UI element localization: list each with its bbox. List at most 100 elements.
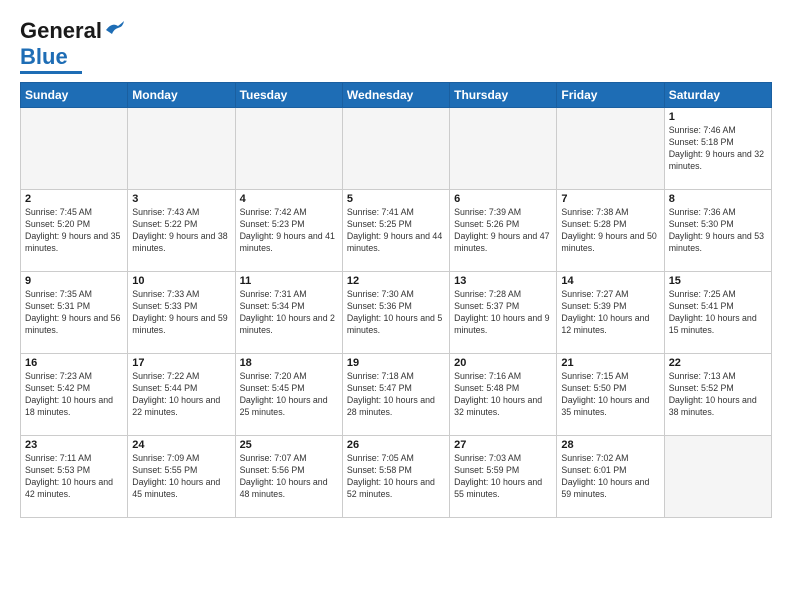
calendar-cell: 3 Sunrise: 7:43 AM Sunset: 5:22 PM Daylig… <box>128 190 235 272</box>
day-of-week-header: Monday <box>128 83 235 108</box>
calendar: SundayMondayTuesdayWednesdayThursdayFrid… <box>20 82 772 518</box>
day-info: Sunrise: 7:27 AM Sunset: 5:39 PM Dayligh… <box>561 289 659 337</box>
day-info: Sunrise: 7:28 AM Sunset: 5:37 PM Dayligh… <box>454 289 552 337</box>
day-number: 9 <box>25 275 123 287</box>
calendar-cell: 16 Sunrise: 7:23 AM Sunset: 5:42 PM Dayli… <box>21 354 128 436</box>
calendar-cell: 10 Sunrise: 7:33 AM Sunset: 5:33 PM Dayli… <box>128 272 235 354</box>
day-info: Sunrise: 7:36 AM Sunset: 5:30 PM Dayligh… <box>669 207 767 255</box>
day-number: 19 <box>347 357 445 369</box>
calendar-cell <box>342 108 449 190</box>
day-info: Sunrise: 7:11 AM Sunset: 5:53 PM Dayligh… <box>25 453 123 501</box>
day-number: 24 <box>132 439 230 451</box>
day-info: Sunrise: 7:23 AM Sunset: 5:42 PM Dayligh… <box>25 371 123 419</box>
day-info: Sunrise: 7:33 AM Sunset: 5:33 PM Dayligh… <box>132 289 230 337</box>
day-info: Sunrise: 7:18 AM Sunset: 5:47 PM Dayligh… <box>347 371 445 419</box>
calendar-cell: 14 Sunrise: 7:27 AM Sunset: 5:39 PM Dayli… <box>557 272 664 354</box>
logo-blue: Blue <box>20 44 68 70</box>
day-number: 17 <box>132 357 230 369</box>
day-info: Sunrise: 7:16 AM Sunset: 5:48 PM Dayligh… <box>454 371 552 419</box>
day-number: 11 <box>240 275 338 287</box>
day-number: 13 <box>454 275 552 287</box>
calendar-cell: 24Sunrise: 7:09 AM Sunset: 5:55 PM Dayli… <box>128 436 235 518</box>
day-number: 6 <box>454 193 552 205</box>
page: General Blue SundayMondayTuesdayWednesda… <box>0 0 792 612</box>
calendar-cell: 1Sunrise: 7:46 AM Sunset: 5:18 PM Daylig… <box>664 108 771 190</box>
day-number: 18 <box>240 357 338 369</box>
day-info: Sunrise: 7:05 AM Sunset: 5:58 PM Dayligh… <box>347 453 445 501</box>
calendar-week-row: 9 Sunrise: 7:35 AM Sunset: 5:31 PM Daylig… <box>21 272 772 354</box>
calendar-cell: 15 Sunrise: 7:25 AM Sunset: 5:41 PM Dayli… <box>664 272 771 354</box>
day-info: Sunrise: 7:20 AM Sunset: 5:45 PM Dayligh… <box>240 371 338 419</box>
calendar-cell: 11 Sunrise: 7:31 AM Sunset: 5:34 PM Dayli… <box>235 272 342 354</box>
day-info: Sunrise: 7:41 AM Sunset: 5:25 PM Dayligh… <box>347 207 445 255</box>
day-info: Sunrise: 7:42 AM Sunset: 5:23 PM Dayligh… <box>240 207 338 255</box>
day-number: 25 <box>240 439 338 451</box>
calendar-cell <box>235 108 342 190</box>
calendar-header-row: SundayMondayTuesdayWednesdayThursdayFrid… <box>21 83 772 108</box>
day-info: Sunrise: 7:15 AM Sunset: 5:50 PM Dayligh… <box>561 371 659 419</box>
calendar-cell <box>21 108 128 190</box>
day-info: Sunrise: 7:13 AM Sunset: 5:52 PM Dayligh… <box>669 371 767 419</box>
calendar-cell: 5 Sunrise: 7:41 AM Sunset: 5:25 PM Daylig… <box>342 190 449 272</box>
header: General Blue <box>20 18 772 74</box>
day-number: 16 <box>25 357 123 369</box>
day-number: 1 <box>669 111 767 123</box>
day-of-week-header: Wednesday <box>342 83 449 108</box>
day-number: 7 <box>561 193 659 205</box>
calendar-cell: 28 Sunrise: 7:02 AM Sunset: 6:01 PM Dayli… <box>557 436 664 518</box>
day-info: Sunrise: 7:03 AM Sunset: 5:59 PM Dayligh… <box>454 453 552 501</box>
calendar-cell: 8 Sunrise: 7:36 AM Sunset: 5:30 PM Daylig… <box>664 190 771 272</box>
day-number: 21 <box>561 357 659 369</box>
day-number: 26 <box>347 439 445 451</box>
day-number: 12 <box>347 275 445 287</box>
day-number: 27 <box>454 439 552 451</box>
day-number: 15 <box>669 275 767 287</box>
day-info: Sunrise: 7:02 AM Sunset: 6:01 PM Dayligh… <box>561 453 659 501</box>
calendar-week-row: 16 Sunrise: 7:23 AM Sunset: 5:42 PM Dayli… <box>21 354 772 436</box>
day-number: 22 <box>669 357 767 369</box>
calendar-cell: 7 Sunrise: 7:38 AM Sunset: 5:28 PM Daylig… <box>557 190 664 272</box>
calendar-cell <box>664 436 771 518</box>
calendar-cell <box>128 108 235 190</box>
day-info: Sunrise: 7:07 AM Sunset: 5:56 PM Dayligh… <box>240 453 338 501</box>
calendar-cell: 12 Sunrise: 7:30 AM Sunset: 5:36 PM Dayli… <box>342 272 449 354</box>
calendar-cell: 21 Sunrise: 7:15 AM Sunset: 5:50 PM Dayli… <box>557 354 664 436</box>
day-number: 10 <box>132 275 230 287</box>
day-number: 5 <box>347 193 445 205</box>
calendar-cell: 27 Sunrise: 7:03 AM Sunset: 5:59 PM Dayli… <box>450 436 557 518</box>
calendar-cell: 23 Sunrise: 7:11 AM Sunset: 5:53 PM Dayli… <box>21 436 128 518</box>
logo-bird-icon <box>104 20 126 38</box>
calendar-cell: 17 Sunrise: 7:22 AM Sunset: 5:44 PM Dayli… <box>128 354 235 436</box>
day-number: 2 <box>25 193 123 205</box>
calendar-cell: 2 Sunrise: 7:45 AM Sunset: 5:20 PM Daylig… <box>21 190 128 272</box>
day-info: Sunrise: 7:45 AM Sunset: 5:20 PM Dayligh… <box>25 207 123 255</box>
day-number: 23 <box>25 439 123 451</box>
calendar-week-row: 1Sunrise: 7:46 AM Sunset: 5:18 PM Daylig… <box>21 108 772 190</box>
logo-general: General <box>20 18 102 44</box>
day-info: Sunrise: 7:38 AM Sunset: 5:28 PM Dayligh… <box>561 207 659 255</box>
calendar-cell: 20Sunrise: 7:16 AM Sunset: 5:48 PM Dayli… <box>450 354 557 436</box>
calendar-cell: 26 Sunrise: 7:05 AM Sunset: 5:58 PM Dayli… <box>342 436 449 518</box>
calendar-week-row: 23 Sunrise: 7:11 AM Sunset: 5:53 PM Dayli… <box>21 436 772 518</box>
day-info: Sunrise: 7:25 AM Sunset: 5:41 PM Dayligh… <box>669 289 767 337</box>
calendar-cell <box>557 108 664 190</box>
calendar-cell: 22 Sunrise: 7:13 AM Sunset: 5:52 PM Dayli… <box>664 354 771 436</box>
day-info: Sunrise: 7:43 AM Sunset: 5:22 PM Dayligh… <box>132 207 230 255</box>
day-of-week-header: Sunday <box>21 83 128 108</box>
day-number: 28 <box>561 439 659 451</box>
day-of-week-header: Friday <box>557 83 664 108</box>
day-of-week-header: Tuesday <box>235 83 342 108</box>
calendar-cell: 25 Sunrise: 7:07 AM Sunset: 5:56 PM Dayli… <box>235 436 342 518</box>
day-number: 8 <box>669 193 767 205</box>
calendar-cell: 4Sunrise: 7:42 AM Sunset: 5:23 PM Daylig… <box>235 190 342 272</box>
calendar-cell: 18 Sunrise: 7:20 AM Sunset: 5:45 PM Dayli… <box>235 354 342 436</box>
day-info: Sunrise: 7:39 AM Sunset: 5:26 PM Dayligh… <box>454 207 552 255</box>
day-number: 14 <box>561 275 659 287</box>
day-info: Sunrise: 7:22 AM Sunset: 5:44 PM Dayligh… <box>132 371 230 419</box>
calendar-cell: 6 Sunrise: 7:39 AM Sunset: 5:26 PM Daylig… <box>450 190 557 272</box>
day-info: Sunrise: 7:30 AM Sunset: 5:36 PM Dayligh… <box>347 289 445 337</box>
day-info: Sunrise: 7:31 AM Sunset: 5:34 PM Dayligh… <box>240 289 338 337</box>
day-number: 3 <box>132 193 230 205</box>
day-of-week-header: Saturday <box>664 83 771 108</box>
day-info: Sunrise: 7:35 AM Sunset: 5:31 PM Dayligh… <box>25 289 123 337</box>
